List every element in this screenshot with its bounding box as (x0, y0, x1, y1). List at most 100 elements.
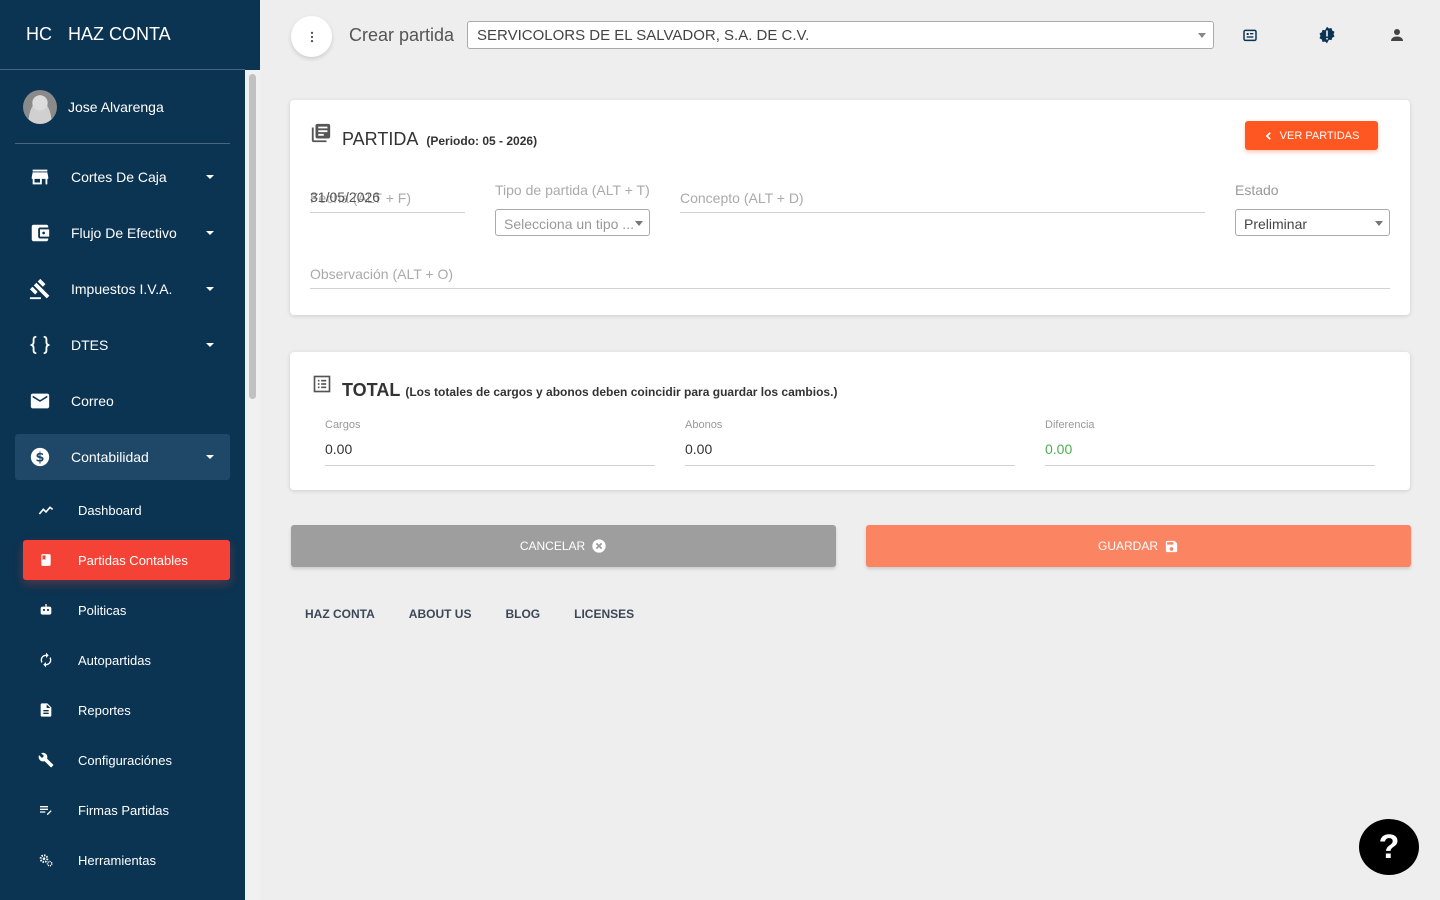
total-title: TOTAL (342, 380, 401, 400)
ver-partidas-button[interactable]: VER PARTIDAS (1245, 121, 1378, 150)
tipo-select[interactable]: Selecciona un tipo ... (495, 209, 650, 236)
cancel-button[interactable]: CANCELAR (291, 525, 836, 567)
book-icon (38, 552, 54, 568)
footer-link-haz-conta[interactable]: HAZ CONTA (305, 607, 375, 621)
sidebar-item-label: Autopartidas (78, 652, 151, 668)
save-label: GUARDAR (1097, 539, 1158, 553)
abonos-field: Abonos 0.00 (685, 415, 1015, 467)
sidebar-item-label: Configuraciónes (78, 752, 172, 768)
brand[interactable]: HC HAZ CONTA (0, 0, 245, 70)
nav-item-correo[interactable]: Correo (15, 378, 230, 424)
company-select-value: SERVICOLORS DE EL SALVADOR, S.A. DE C.V. (477, 27, 810, 44)
concepto-field[interactable]: Concepto (ALT + D) (680, 188, 1205, 214)
sidebar-item-politicas[interactable]: Politicas (23, 590, 230, 630)
nav-item-label: Flujo De Efectivo (71, 225, 177, 241)
sidebar-item-label: Herramientas (78, 852, 157, 868)
nav-item-label: Cortes De Caja (71, 169, 167, 185)
tipo-label: Tipo de partida (ALT + T) (495, 182, 650, 198)
sidebar-item-partidas-contables[interactable]: Partidas Contables (23, 540, 230, 580)
nav-item-contabilidad[interactable]: $ Contabilidad (15, 434, 230, 480)
company-select[interactable]: SERVICOLORS DE EL SALVADOR, S.A. DE C.V. (467, 21, 1214, 49)
partida-header: PARTIDA (Periodo: 05 - 2026) (342, 129, 537, 150)
total-note: (Los totales de cargos y abonos deben co… (405, 385, 838, 399)
caret-down-icon (206, 175, 214, 179)
diferencia-value: 0.00 (1045, 441, 1073, 457)
fecha-input[interactable]: 31/05/2026 (310, 189, 380, 205)
help-button[interactable]: ? (1359, 819, 1419, 875)
footer-link-blog[interactable]: BLOG (505, 607, 540, 621)
cancel-label: CANCELAR (519, 539, 586, 553)
avatar (23, 89, 57, 124)
concepto-underline (680, 212, 1205, 213)
fecha-underline (310, 212, 465, 213)
sidebar: HC HAZ CONTA Jose Alvarenga Cortes De Ca… (0, 0, 260, 900)
observacion-underline (310, 288, 1390, 289)
brand-name: HAZ CONTA (68, 24, 171, 44)
autorenew-icon (38, 652, 54, 668)
abonos-underline (685, 465, 1015, 466)
sidebar-item-label: Reportes (78, 702, 131, 718)
sidebar-item-herramientas[interactable]: Herramientas (23, 840, 230, 880)
scrollbar-thumb[interactable] (249, 74, 256, 399)
partida-period: (Periodo: 05 - 2026) (426, 134, 538, 148)
sidebar-item-dashboard[interactable]: Dashboard (23, 490, 230, 530)
svg-text:$: $ (36, 451, 45, 466)
store-icon (28, 165, 52, 189)
caret-down-icon (206, 455, 214, 459)
observacion-label: Observación (ALT + O) (310, 266, 454, 282)
nav-item-label: Correo (71, 393, 114, 409)
sidebar-item-firmas-partidas[interactable]: Firmas Partidas (23, 790, 230, 830)
chevron-down-icon (635, 221, 643, 226)
caret-down-icon (206, 343, 214, 347)
user-profile[interactable]: Jose Alvarenga (15, 70, 230, 144)
sign-icon (38, 802, 54, 818)
library-books-icon (310, 122, 332, 144)
save-button[interactable]: GUARDAR (866, 525, 1411, 567)
caret-down-icon (206, 231, 214, 235)
more-options-button[interactable] (291, 16, 332, 57)
caret-down-icon (206, 287, 214, 291)
user-icon[interactable] (1387, 25, 1407, 45)
alert-badge-icon[interactable] (1317, 25, 1337, 45)
robot-icon (38, 602, 54, 618)
main-nav: Cortes De Caja Flujo De Efectivo Impuest… (0, 154, 260, 480)
wrench-icon (38, 752, 54, 768)
estado-select-value: Preliminar (1244, 216, 1308, 232)
cargos-value: 0.00 (325, 441, 353, 457)
sidebar-item-autopartidas[interactable]: Autopartidas (23, 640, 230, 680)
sidebar-item-label: Firmas Partidas (78, 802, 170, 818)
abonos-label: Abonos (685, 419, 723, 431)
page-title: Crear partida (349, 25, 455, 45)
nav-item-flujo-de-efectivo[interactable]: Flujo De Efectivo (15, 210, 230, 256)
total-header: TOTAL (Los totales de cargos y abonos de… (342, 380, 837, 401)
nav-item-cortes-de-caja[interactable]: Cortes De Caja (15, 154, 230, 200)
concepto-label: Concepto (ALT + D) (680, 190, 804, 206)
list-alt-icon (312, 374, 334, 396)
chevron-down-icon (1375, 221, 1383, 226)
sidebar-item-configuraciones[interactable]: Configuraciónes (23, 740, 230, 780)
sidebar-item-label: Partidas Contables (78, 552, 188, 568)
cancel-circle-icon (592, 539, 606, 553)
total-card: TOTAL (Los totales de cargos y abonos de… (290, 352, 1410, 490)
chevron-down-icon (1198, 33, 1206, 38)
abonos-value: 0.00 (685, 441, 713, 457)
footer-link-licenses[interactable]: LICENSES (574, 607, 634, 621)
estado-select[interactable]: Preliminar (1235, 209, 1390, 236)
file-icon (38, 702, 54, 718)
observacion-field[interactable]: Observación (ALT + O) (310, 266, 1390, 290)
footer-link-about-us[interactable]: ABOUT US (409, 607, 472, 621)
sidebar-item-reportes[interactable]: Reportes (23, 690, 230, 730)
diferencia-label: Diferencia (1045, 419, 1095, 431)
nav-item-dtes[interactable]: DTES (15, 322, 230, 368)
mail-icon (28, 389, 52, 413)
brand-mini: HC (26, 24, 52, 44)
sidebar-scrollbar[interactable] (245, 70, 260, 900)
footer-nav: HAZ CONTA ABOUT US BLOG LICENSES (305, 607, 634, 621)
user-name: Jose Alvarenga (68, 98, 164, 115)
fecha-field[interactable]: Fecha (ALT + F) 31/05/2026 (310, 188, 465, 214)
calendar-badge-icon[interactable] (1240, 25, 1260, 45)
sidebar-item-label: Dashboard (78, 502, 142, 518)
help-question-icon: ? (1378, 827, 1400, 866)
wallet-icon (28, 221, 52, 245)
nav-item-impuestos-iva[interactable]: Impuestos I.V.A. (15, 266, 230, 312)
